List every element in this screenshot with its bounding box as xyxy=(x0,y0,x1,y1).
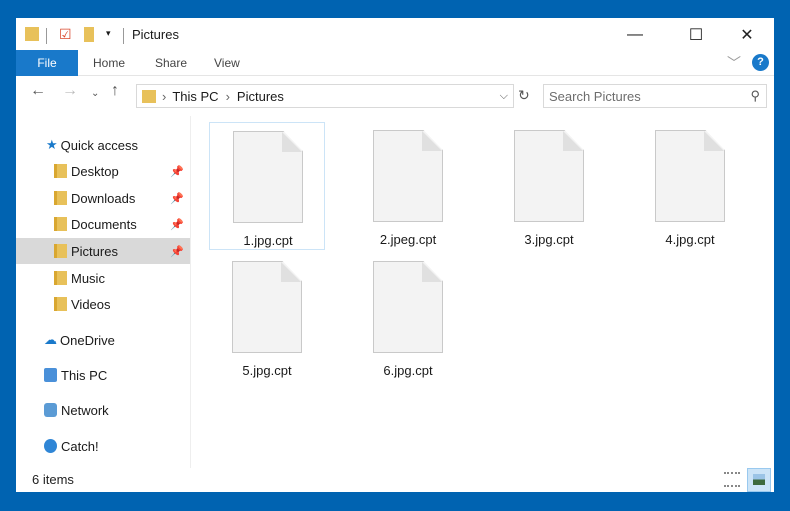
file-icon xyxy=(514,130,584,222)
sidebar-item-this-pc[interactable]: This PC xyxy=(16,362,190,388)
file-item[interactable]: 5.jpg.cpt xyxy=(209,253,325,381)
music-folder-icon xyxy=(54,271,67,285)
sidebar-item-label: Catch! xyxy=(61,438,99,454)
network-icon xyxy=(44,403,57,417)
recent-locations-chevron-icon[interactable]: ⌄ xyxy=(91,88,99,99)
desktop-folder-icon xyxy=(54,164,67,178)
item-count: 6 items xyxy=(32,472,74,487)
sidebar-item-label: Desktop xyxy=(71,163,119,179)
documents-folder-icon xyxy=(54,217,67,231)
refresh-icon[interactable]: ↻ xyxy=(518,87,530,104)
window-title: Pictures xyxy=(132,27,179,42)
computer-icon xyxy=(44,368,57,382)
sidebar-item-label: Pictures xyxy=(71,243,118,259)
navigation-pane: ★ Quick access Desktop 📌 Downloads 📌 Docume… xyxy=(16,116,191,468)
sidebar-item-network[interactable]: Network xyxy=(16,397,190,423)
file-name: 4.jpg.cpt xyxy=(665,232,715,247)
details-view-icon[interactable] xyxy=(724,472,740,487)
close-button[interactable]: ✕ xyxy=(724,22,770,48)
file-list: 1.jpg.cpt 2.jpeg.cpt 3.jpg.cpt 4.jpg.cpt… xyxy=(192,116,774,468)
sidebar-item-label: OneDrive xyxy=(60,332,115,348)
breadcrumb-separator-icon: › xyxy=(225,88,230,104)
file-item[interactable]: 4.jpg.cpt xyxy=(632,122,748,250)
ribbon-tabs: File Home Share View ﹀ ? xyxy=(16,50,774,76)
file-item[interactable]: 1.jpg.cpt xyxy=(209,122,325,250)
file-name: 1.jpg.cpt xyxy=(243,233,293,248)
downloads-folder-icon xyxy=(54,191,67,205)
file-name: 6.jpg.cpt xyxy=(383,363,433,378)
videos-folder-icon xyxy=(54,297,67,311)
cloud-icon: ☁ xyxy=(44,332,57,347)
catch-icon xyxy=(44,439,57,453)
pictures-folder-icon xyxy=(142,89,156,103)
pictures-folder-icon xyxy=(25,27,39,41)
address-dropdown-icon[interactable]: ⌵ xyxy=(500,90,508,103)
status-bar: 6 items xyxy=(16,468,774,492)
sidebar-item-music[interactable]: Music xyxy=(16,265,190,291)
pin-icon[interactable]: 📌 xyxy=(170,165,184,178)
breadcrumb-separator-icon: › xyxy=(162,88,167,104)
file-icon xyxy=(373,130,443,222)
file-icon xyxy=(233,131,303,223)
forward-arrow-icon[interactable]: → xyxy=(62,82,78,100)
sidebar-item-label: Music xyxy=(71,270,105,286)
file-name: 2.jpeg.cpt xyxy=(379,232,437,247)
search-placeholder: Search Pictures xyxy=(549,88,641,104)
new-folder-icon[interactable] xyxy=(84,27,94,42)
sidebar-item-label: Videos xyxy=(71,296,111,312)
tab-share[interactable]: Share xyxy=(141,50,201,76)
file-icon xyxy=(232,261,302,353)
maximize-button[interactable]: ☐ xyxy=(673,22,719,48)
star-icon: ★ xyxy=(46,137,58,152)
sidebar-item-label: Network xyxy=(61,402,109,418)
help-icon[interactable]: ? xyxy=(752,54,769,71)
breadcrumb-pictures[interactable]: Pictures xyxy=(237,89,284,104)
large-icons-view-icon[interactable] xyxy=(747,468,771,492)
sidebar-item-documents[interactable]: Documents 📌 xyxy=(16,211,190,237)
sidebar-item-quick-access[interactable]: ★ Quick access xyxy=(16,132,190,158)
file-item[interactable]: 2.jpeg.cpt xyxy=(350,122,466,250)
expand-ribbon-chevron-icon[interactable]: ﹀ xyxy=(727,53,741,73)
up-arrow-icon[interactable]: ↑ xyxy=(111,82,119,100)
back-arrow-icon[interactable]: ← xyxy=(30,82,46,100)
file-name: 3.jpg.cpt xyxy=(524,232,574,247)
file-icon xyxy=(655,130,725,222)
file-item[interactable]: 6.jpg.cpt xyxy=(350,253,466,381)
sidebar-item-videos[interactable]: Videos xyxy=(16,291,190,317)
tab-file[interactable]: File xyxy=(16,50,78,76)
properties-icon[interactable]: ☑ xyxy=(59,26,72,43)
sidebar-item-label: This PC xyxy=(61,367,108,383)
explorer-window: ☑ ▾ Pictures — ☐ ✕ File Home Share View … xyxy=(16,18,774,492)
pin-icon[interactable]: 📌 xyxy=(170,192,184,205)
sidebar-item-desktop[interactable]: Desktop 📌 xyxy=(16,158,190,184)
file-item[interactable]: 3.jpg.cpt xyxy=(491,122,607,250)
file-icon xyxy=(373,261,443,353)
pictures-folder-icon xyxy=(54,244,67,258)
customize-toolbar-dropdown[interactable]: ▾ xyxy=(106,28,111,39)
address-bar[interactable]: › This PC › Pictures ⌵ xyxy=(136,84,514,108)
search-input[interactable]: Search Pictures ⚲ xyxy=(543,84,767,108)
pin-icon[interactable]: 📌 xyxy=(170,218,184,231)
sidebar-item-label: Downloads xyxy=(71,190,136,206)
tab-view[interactable]: View xyxy=(200,50,254,76)
sidebar-item-pictures[interactable]: Pictures 📌 xyxy=(16,238,190,264)
search-icon[interactable]: ⚲ xyxy=(750,88,760,104)
minimize-button[interactable]: — xyxy=(612,22,658,48)
sidebar-item-label: Documents xyxy=(71,216,137,232)
divider xyxy=(46,28,47,44)
tab-home[interactable]: Home xyxy=(79,50,139,76)
breadcrumb-this-pc[interactable]: This PC xyxy=(172,89,218,104)
divider xyxy=(123,28,124,44)
sidebar-item-catch[interactable]: Catch! xyxy=(16,433,190,459)
sidebar-item-downloads[interactable]: Downloads 📌 xyxy=(16,185,190,211)
pin-icon[interactable]: 📌 xyxy=(170,245,184,258)
file-name: 5.jpg.cpt xyxy=(242,363,292,378)
sidebar-item-label: Quick access xyxy=(60,137,138,153)
sidebar-item-onedrive[interactable]: ☁ OneDrive xyxy=(16,327,190,353)
